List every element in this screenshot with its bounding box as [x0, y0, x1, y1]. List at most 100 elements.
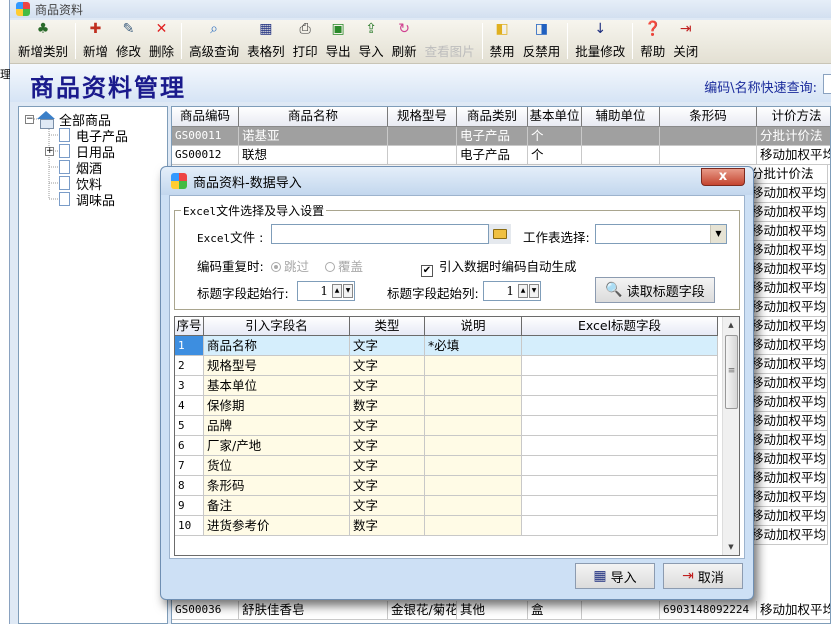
toolbar-button-refresh[interactable]: ↻ 刷新 — [388, 21, 421, 63]
spin-up-icon[interactable]: ▲ — [518, 284, 528, 298]
toolbar-button-edit[interactable]: ✎ 修改 — [112, 21, 145, 63]
col-header-code[interactable]: 商品编码 — [172, 107, 239, 126]
mapping-row[interactable]: 9 备注 文字 — [175, 496, 718, 516]
col-header-category[interactable]: 商品类别 — [457, 107, 528, 126]
cell-field-name: 保修期 — [204, 396, 350, 415]
browse-folder-button[interactable] — [489, 224, 511, 244]
table-row[interactable]: 移动加权平均 — [748, 298, 828, 317]
toolbar-button-enable[interactable]: ◨ 反禁用 — [519, 21, 565, 63]
cell-pricing: 移动加权平均 — [748, 260, 828, 278]
mapping-row[interactable]: 1 商品名称 文字 *必填 — [175, 336, 718, 356]
table-row[interactable]: 移动加权平均 — [748, 355, 828, 374]
col-header-unit[interactable]: 基本单位 — [528, 107, 582, 126]
tree-item-condiments[interactable]: 调味品 — [59, 191, 115, 209]
col-header-aux-unit[interactable]: 辅助单位 — [582, 107, 660, 126]
table-row[interactable]: GS00036 舒肤佳香皂 金银花/菊花 其他 盒 6903148092224 … — [172, 601, 830, 620]
table-row[interactable]: 移动加权平均 — [748, 241, 828, 260]
page-header: 商品资料管理 编码\名称快速查询: — [10, 64, 831, 102]
table-row[interactable]: 移动加权平均 — [748, 279, 828, 298]
table-row[interactable]: 移动加权平均 — [748, 222, 828, 241]
table-row[interactable]: 移动加权平均 — [748, 317, 828, 336]
mapping-row[interactable]: 4 保修期 数字 — [175, 396, 718, 416]
cell-excel-field[interactable] — [522, 456, 718, 475]
chevron-down-icon[interactable]: ▼ — [710, 225, 726, 243]
table-row[interactable]: 移动加权平均 — [748, 374, 828, 393]
quick-search-input[interactable] — [823, 74, 831, 94]
cell-excel-field[interactable] — [522, 336, 718, 355]
toolbar-button-export-excel[interactable]: ▣ 导出 — [322, 21, 355, 63]
toolbar-button-add[interactable]: ✚ 新增 — [79, 21, 112, 63]
cell-excel-field[interactable] — [522, 516, 718, 535]
expand-icon[interactable]: + — [45, 146, 54, 156]
cell-excel-field[interactable] — [522, 496, 718, 515]
import-button[interactable]: ▦ 导入 — [575, 563, 655, 589]
cell-excel-field[interactable] — [522, 476, 718, 495]
radio-skip[interactable]: 跳过 — [271, 256, 309, 275]
table-row[interactable]: 移动加权平均 — [748, 431, 828, 450]
start-row-stepper[interactable]: 1 ▲ ▼ — [297, 281, 355, 301]
spin-down-icon[interactable]: ▼ — [343, 284, 353, 298]
cell-note — [425, 356, 522, 375]
toolbar-button-exit-door[interactable]: ⇥ 关闭 — [669, 21, 702, 63]
mapping-row[interactable]: 2 规格型号 文字 — [175, 356, 718, 376]
toolbar-button-disable[interactable]: ◧ 禁用 — [486, 21, 519, 63]
table-row[interactable]: 移动加权平均 — [748, 469, 828, 488]
cell-excel-field[interactable] — [522, 356, 718, 375]
col-header-name[interactable]: 商品名称 — [239, 107, 388, 126]
cancel-button[interactable]: ⇥ 取消 — [663, 563, 743, 589]
col-header-spec[interactable]: 规格型号 — [388, 107, 457, 126]
sheet-select[interactable]: ▼ — [595, 224, 727, 244]
spin-up-icon[interactable]: ▲ — [332, 284, 342, 298]
export-excel-icon: ▣ — [331, 21, 345, 37]
toolbar-button-category-tree[interactable]: ♣ 新增类别 — [14, 21, 72, 63]
cell-spec — [388, 146, 457, 164]
table-row[interactable]: 移动加权平均 — [748, 184, 828, 203]
scroll-thumb[interactable]: ≡ — [725, 335, 738, 409]
radio-overwrite[interactable]: 覆盖 — [325, 256, 363, 275]
spin-down-icon[interactable]: ▼ — [529, 284, 539, 298]
mapping-row[interactable]: 3 基本单位 文字 — [175, 376, 718, 396]
table-row[interactable]: 移动加权平均 — [748, 526, 828, 545]
toolbar-button-help-book[interactable]: ❓ 帮助 — [636, 21, 669, 63]
toolbar-button-print[interactable]: ⎙ 打印 — [289, 21, 322, 63]
mapping-row[interactable]: 7 货位 文字 — [175, 456, 718, 476]
table-row[interactable]: 移动加权平均 — [748, 393, 828, 412]
table-row[interactable]: 移动加权平均 — [748, 450, 828, 469]
table-row[interactable]: GS00011 诺基亚 电子产品 个 分批计价法 — [172, 127, 830, 146]
dialog-titlebar[interactable]: 商品资料-数据导入 x — [161, 167, 753, 195]
vertical-scrollbar[interactable]: ▲ ≡ ▼ — [722, 317, 739, 555]
table-row[interactable]: 移动加权平均 — [748, 488, 828, 507]
auto-code-checkbox[interactable]: ✔ 引入数据时编码自动生成 — [421, 256, 577, 277]
scroll-up-icon[interactable]: ▲ — [723, 317, 739, 333]
close-button[interactable]: x — [701, 168, 745, 186]
col-header-pricing[interactable]: 计价方法 — [757, 107, 830, 126]
table-row[interactable]: 移动加权平均 — [748, 203, 828, 222]
col-header-barcode[interactable]: 条形码 — [660, 107, 757, 126]
read-header-fields-button[interactable]: 🔍 读取标题字段 — [595, 277, 715, 303]
table-row[interactable]: GS00012 联想 电子产品 个 移动加权平均 — [172, 146, 830, 165]
cell-excel-field[interactable] — [522, 396, 718, 415]
mapping-row[interactable]: 10 进货参考价 数字 — [175, 516, 718, 536]
start-col-stepper[interactable]: 1 ▲ ▼ — [483, 281, 541, 301]
cell-no: 1 — [175, 336, 204, 355]
toolbar-button-delete[interactable]: ✕ 删除 — [145, 21, 178, 63]
table-row[interactable]: 移动加权平均 — [748, 507, 828, 526]
toolbar-button-import[interactable]: ⇪ 导入 — [355, 21, 388, 63]
toolbar-button-advanced-search[interactable]: ⌕ 高级查询 — [185, 21, 243, 63]
mapping-row[interactable]: 6 厂家/产地 文字 — [175, 436, 718, 456]
cell-excel-field[interactable] — [522, 436, 718, 455]
table-row[interactable]: 移动加权平均 — [748, 336, 828, 355]
cell-excel-field[interactable] — [522, 416, 718, 435]
toolbar-button-sort-az[interactable]: ↓ 批量修改 — [571, 21, 629, 63]
scroll-down-icon[interactable]: ▼ — [723, 539, 739, 555]
table-row[interactable]: 移动加权平均 — [748, 260, 828, 279]
table-row[interactable]: 移动加权平均 — [748, 412, 828, 431]
mapping-row[interactable]: 8 条形码 文字 — [175, 476, 718, 496]
table-row[interactable]: 分批计价法 — [748, 165, 828, 184]
collapse-icon[interactable]: − — [25, 114, 34, 124]
cell-spec: 金银花/菊花 — [388, 601, 457, 619]
cell-excel-field[interactable] — [522, 376, 718, 395]
mapping-row[interactable]: 5 品牌 文字 — [175, 416, 718, 436]
excel-file-input[interactable] — [271, 224, 489, 244]
toolbar-button-table-columns[interactable]: ▦ 表格列 — [243, 21, 289, 63]
